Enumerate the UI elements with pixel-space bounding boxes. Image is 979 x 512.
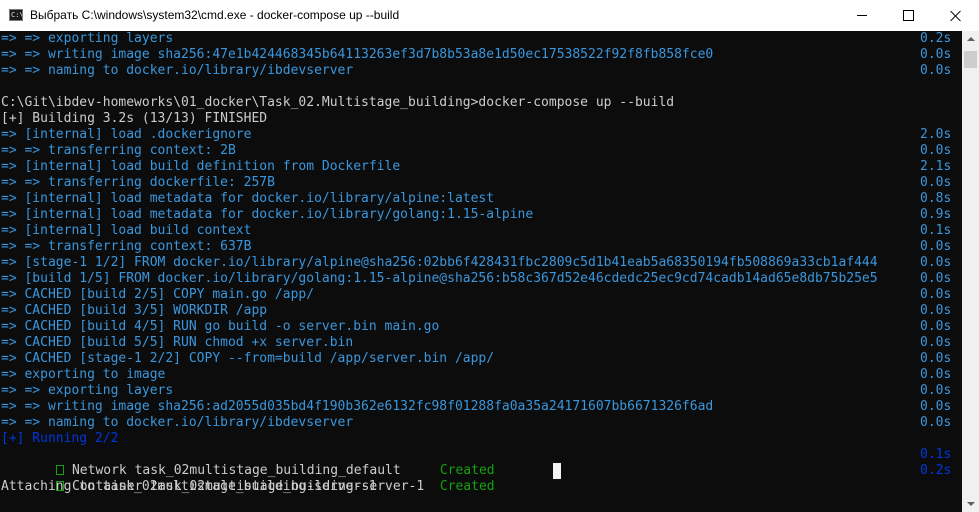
status-row-time: 0.1s: [920, 447, 952, 462]
title-bar[interactable]: C:\ Выбрать C:\windows\system32\cmd.exe …: [0, 0, 979, 32]
console-line-text: => exporting to image: [1, 367, 166, 382]
console-line: => => transferring dockerfile: 257B 0.0s: [1, 175, 959, 191]
console-line-time: 0.0s: [920, 143, 952, 158]
text-cursor: [553, 463, 561, 479]
console-line: => [internal] load build definition from…: [1, 159, 959, 175]
console-line-text: [+] Running 2/2: [1, 431, 119, 446]
console-line-time: 0.0s: [920, 335, 952, 350]
console-line: => CACHED [stage-1 2/2] COPY --from=buil…: [1, 351, 959, 367]
status-row-time: 0.2s: [920, 463, 952, 478]
console-line-time: 0.0s: [920, 271, 952, 286]
console-line-text: => => transferring dockerfile: 257B: [1, 175, 275, 190]
console-line-time: 0.0s: [920, 383, 952, 398]
console-line-text: => [internal] load metadata for docker.i…: [1, 191, 495, 206]
console-line: => => naming to docker.io/library/ibdevs…: [1, 415, 959, 431]
cmd-icon[interactable]: C:\: [9, 9, 23, 21]
console-line: => [stage-1 1/2] FROM docker.io/library/…: [1, 255, 959, 271]
console-line-time: 0.0s: [920, 303, 952, 318]
console-line-time: 0.9s: [920, 207, 952, 222]
console-line-text: => [internal] load build context: [1, 223, 252, 238]
console-line: [+] Building 3.2s (13/13) FINISHED: [1, 111, 959, 127]
console-line-time: 0.0s: [920, 319, 952, 334]
console-line-text: => [internal] load .dockerignore: [1, 127, 252, 142]
console-line: => [internal] load .dockerignore 2.0s: [1, 127, 959, 143]
console-line: => [internal] load metadata for docker.i…: [1, 191, 959, 207]
console-line: [+] Running 2/2: [1, 431, 959, 447]
console-line: => => transferring context: 2B 0.0s: [1, 143, 959, 159]
console-line-time: 0.0s: [920, 63, 952, 78]
console-line: => CACHED [build 4/5] RUN go build -o se…: [1, 319, 959, 335]
minimize-button[interactable]: [839, 0, 885, 31]
console-line-text: => => writing image sha256:ad2055d035bd4…: [1, 399, 714, 414]
console-line-time: 0.0s: [920, 255, 952, 270]
console-line-text: => => naming to docker.io/library/ibdevs…: [1, 63, 354, 78]
attach-line: Attaching to task_02multistage_building-…: [1, 479, 377, 494]
console-line: => [build 1/5] FROM docker.io/library/go…: [1, 271, 959, 287]
console-line-text: => CACHED [stage-1 2/2] COPY --from=buil…: [1, 351, 495, 366]
console-line: => [internal] load build context 0.1s: [1, 223, 959, 239]
console-line-text: => [stage-1 1/2] FROM docker.io/library/…: [1, 255, 878, 270]
console-line-text: => => naming to docker.io/library/ibdevs…: [1, 415, 354, 430]
console-line: => => exporting layers 0.2s: [1, 31, 959, 47]
console-line-time: 0.0s: [920, 175, 952, 190]
console-line-text: => => transferring context: 637B: [1, 239, 252, 254]
scroll-down-arrow-icon[interactable]: [962, 495, 979, 512]
console-line-time: 0.0s: [920, 287, 952, 302]
console-line-time: 2.0s: [920, 127, 952, 142]
console-line-time: 0.0s: [920, 367, 952, 382]
console-line: => CACHED [build 5/5] RUN chmod +x serve…: [1, 335, 959, 351]
console-line: => => writing image sha256:ad2055d035bd4…: [1, 399, 959, 415]
console-line-time: 0.0s: [920, 47, 952, 62]
close-button[interactable]: [933, 0, 979, 31]
console-line-text: => => exporting layers: [1, 31, 174, 46]
console-line: => => exporting layers 0.0s: [1, 383, 959, 399]
console-line-text: => [build 1/5] FROM docker.io/library/go…: [1, 271, 878, 286]
maximize-icon: [902, 10, 914, 21]
close-icon: [950, 10, 962, 22]
console-line-text: => [internal] load build definition from…: [1, 159, 401, 174]
console-line-text: => => writing image sha256:47e1b42446834…: [1, 47, 714, 62]
maximize-button[interactable]: [885, 0, 931, 31]
status-row-network: Network task_02multistage_building_defau…: [1, 447, 959, 478]
console-line-time: 0.0s: [920, 351, 952, 366]
console-line: C:\Git\ibdev-homeworks\01_docker\Task_02…: [1, 95, 959, 111]
console-line: => CACHED [build 2/5] COPY main.go /app/…: [1, 287, 959, 303]
console-line-text: => CACHED [build 2/5] COPY main.go /app/: [1, 287, 315, 302]
console-line-time: 2.1s: [920, 159, 952, 174]
vertical-scrollbar[interactable]: [962, 31, 979, 512]
console-line: => [internal] load metadata for docker.i…: [1, 207, 959, 223]
status-row-container: Container task_02multistage_building-ser…: [1, 463, 959, 494]
console-line-text: => => exporting layers: [1, 383, 174, 398]
console-lines: => => exporting layers 0.2s => => writing …: [1, 31, 959, 495]
console-line-text: [+] Building 3.2s (13/13) FINISHED: [1, 111, 268, 126]
console-line-time: 0.0s: [920, 415, 952, 430]
console-output[interactable]: => => exporting layers 0.2s => => writing …: [0, 31, 962, 512]
console-line-time: 0.0s: [920, 399, 952, 414]
console-line-time: 0.1s: [920, 223, 952, 238]
scroll-up-arrow-icon[interactable]: [962, 31, 979, 48]
console-line: => exporting to image 0.0s: [1, 367, 959, 383]
console-line-text: => => transferring context: 2B: [1, 143, 236, 158]
console-line-text: => CACHED [build 5/5] RUN chmod +x serve…: [1, 335, 354, 350]
console-line: => => naming to docker.io/library/ibdevs…: [1, 63, 959, 79]
console-line-time: 0.8s: [920, 191, 952, 206]
console-line-text: C:\Git\ibdev-homeworks\01_docker\Task_02…: [1, 95, 675, 110]
console-line: => CACHED [build 3/5] WORKDIR /app 0.0s: [1, 303, 959, 319]
console-line-time: 0.0s: [920, 239, 952, 254]
console-line-text: => CACHED [build 4/5] RUN go build -o se…: [1, 319, 440, 334]
console-line-time: 0.2s: [920, 31, 952, 46]
scroll-thumb[interactable]: [964, 51, 977, 68]
minimize-icon: [857, 15, 867, 16]
console-line: => => writing image sha256:47e1b42446834…: [1, 47, 959, 63]
console-line: => => transferring context: 637B 0.0s: [1, 239, 959, 255]
console-line-text: => CACHED [build 3/5] WORKDIR /app: [1, 303, 268, 318]
window-title: Выбрать C:\windows\system32\cmd.exe - do…: [30, 8, 400, 22]
console-line-text: => [internal] load metadata for docker.i…: [1, 207, 534, 222]
